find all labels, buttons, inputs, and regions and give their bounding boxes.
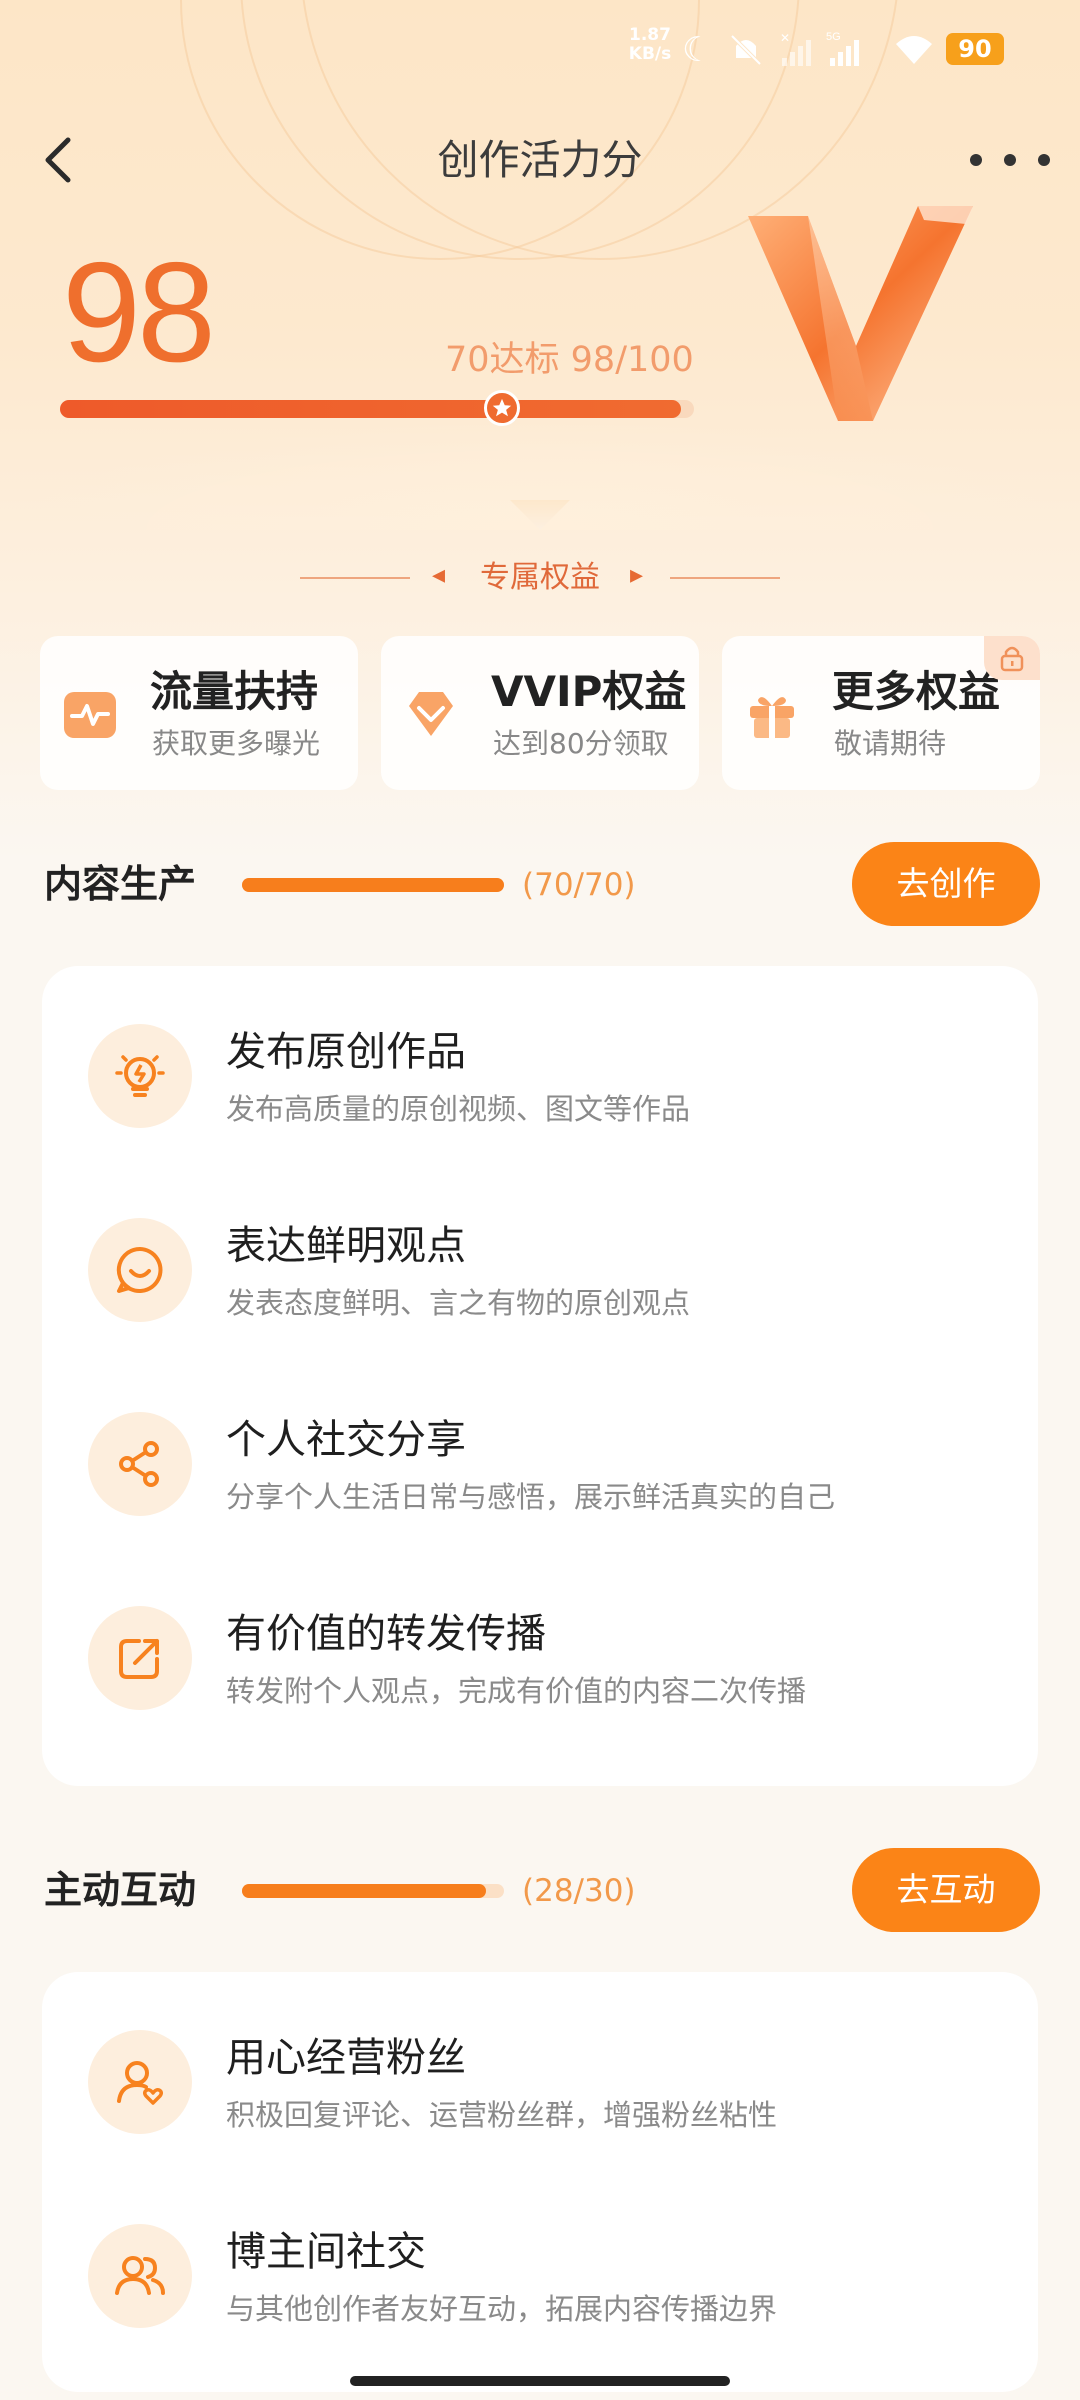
wifi-icon xyxy=(892,30,936,79)
diamond-icon xyxy=(409,692,453,736)
exclusive-rights-divider: ◂ 专属权益 ▸ xyxy=(300,556,780,600)
task-card-content: 发布原创作品 发布高质量的原创视频、图文等作品 表达鲜明观点 发表态度鲜明、言之… xyxy=(42,966,1038,1786)
task-title: 表达鲜明观点 xyxy=(226,1223,466,1269)
users-icon xyxy=(88,2224,192,2328)
task-title: 发布原创作品 xyxy=(226,1029,466,1075)
score-progress-bar xyxy=(60,400,694,418)
forward-icon xyxy=(88,1606,192,1710)
section-count: (70/70) xyxy=(522,867,636,903)
chat-smile-icon xyxy=(88,1218,192,1322)
benefit-subtitle: 敬请期待 xyxy=(834,727,947,760)
no-signal-icon: ✕ xyxy=(778,30,818,79)
user-heart-icon xyxy=(88,2030,192,2134)
svg-text:✕: ✕ xyxy=(780,31,790,45)
task-card-interaction: 用心经营粉丝 积极回复评论、运营粉丝群，增强粉丝粘性 博主间社交 与其他创作者友… xyxy=(42,1972,1038,2392)
benefit-card-more[interactable]: 更多权益 敬请期待 xyxy=(722,636,1040,790)
section-progress-fill xyxy=(242,878,504,892)
exclusive-rights-label: 专属权益 xyxy=(480,560,600,595)
network-type: 5G xyxy=(826,31,841,43)
network-speed: 1.87 KB/s xyxy=(628,25,672,64)
benefit-card-vvip[interactable]: VVIP权益 达到80分领取 xyxy=(381,636,699,790)
task-desc: 与其他创作者友好互动，拓展内容传播边界 xyxy=(226,2292,778,2326)
status-bar: 1.87 KB/s ☾ ✕ 5G 90 xyxy=(0,0,1080,100)
benefit-card-traffic[interactable]: 流量扶持 获取更多曝光 xyxy=(40,636,358,790)
page-title: 创作活力分 xyxy=(437,136,643,184)
v-logo-icon xyxy=(748,206,973,421)
back-arrow-icon[interactable] xyxy=(30,130,90,190)
battery-icon: 90 xyxy=(946,33,1004,65)
signal-icon: 5G xyxy=(826,30,870,79)
score-value: 98 xyxy=(62,233,216,392)
benefit-title: 更多权益 xyxy=(832,667,1001,716)
task-item[interactable]: 表达鲜明观点 发表态度鲜明、言之有物的原创观点 xyxy=(42,1178,1038,1372)
task-desc: 发布高质量的原创视频、图文等作品 xyxy=(226,1092,691,1126)
go-create-button[interactable]: 去创作 xyxy=(852,842,1040,926)
task-item[interactable]: 有价值的转发传播 转发附个人观点，完成有价值的内容二次传播 xyxy=(42,1566,1038,1760)
section-progress-fill xyxy=(242,1884,487,1898)
task-item[interactable]: 发布原创作品 发布高质量的原创视频、图文等作品 xyxy=(42,984,1038,1178)
star-icon xyxy=(484,390,520,426)
section-title: 主动互动 xyxy=(44,1868,197,1912)
section-content-production: 内容生产 (70/70) 去创作 xyxy=(0,842,1080,926)
task-desc: 发表态度鲜明、言之有物的原创观点 xyxy=(226,1286,691,1320)
benefit-title: VVIP权益 xyxy=(491,667,687,716)
lightbulb-icon xyxy=(88,1024,192,1128)
section-active-interaction: 主动互动 (28/30) 去互动 xyxy=(0,1848,1080,1932)
benefit-subtitle: 获取更多曝光 xyxy=(152,727,321,760)
task-desc: 分享个人生活日常与感悟，展示鲜活真实的自己 xyxy=(226,1480,836,1514)
task-title: 个人社交分享 xyxy=(226,1417,466,1463)
task-item[interactable]: 用心经营粉丝 积极回复评论、运营粉丝群，增强粉丝粘性 xyxy=(42,1990,1038,2184)
task-desc: 积极回复评论、运营粉丝群，增强粉丝粘性 xyxy=(226,2098,778,2132)
share-icon xyxy=(88,1412,192,1516)
moon-icon: ☾ xyxy=(682,30,713,70)
task-item[interactable]: 个人社交分享 分享个人生活日常与感悟，展示鲜活真实的自己 xyxy=(42,1372,1038,1566)
section-count: (28/30) xyxy=(522,1873,636,1909)
gift-icon xyxy=(750,697,794,738)
task-title: 有价值的转发传播 xyxy=(226,1611,546,1657)
mute-icon xyxy=(726,30,766,79)
home-indicator[interactable] xyxy=(350,2376,730,2386)
task-title: 用心经营粉丝 xyxy=(226,2035,466,2081)
task-title: 博主间社交 xyxy=(226,2229,426,2275)
pulse-icon xyxy=(64,692,116,738)
go-interact-button[interactable]: 去互动 xyxy=(852,1848,1040,1932)
section-progress-bar xyxy=(242,1884,504,1898)
lock-icon xyxy=(984,636,1040,680)
more-dots-icon[interactable] xyxy=(970,140,1050,180)
task-desc: 转发附个人观点，完成有价值的内容二次传播 xyxy=(226,1674,807,1708)
score-progress-fill xyxy=(60,400,682,418)
benefit-title: 流量扶持 xyxy=(150,667,319,716)
section-title: 内容生产 xyxy=(44,862,197,906)
benefit-subtitle: 达到80分领取 xyxy=(493,727,669,760)
task-item[interactable]: 博主间社交 与其他创作者友好互动，拓展内容传播边界 xyxy=(42,2184,1038,2378)
section-progress-bar xyxy=(242,878,504,892)
score-target-text: 70达标 98/100 xyxy=(445,340,694,380)
